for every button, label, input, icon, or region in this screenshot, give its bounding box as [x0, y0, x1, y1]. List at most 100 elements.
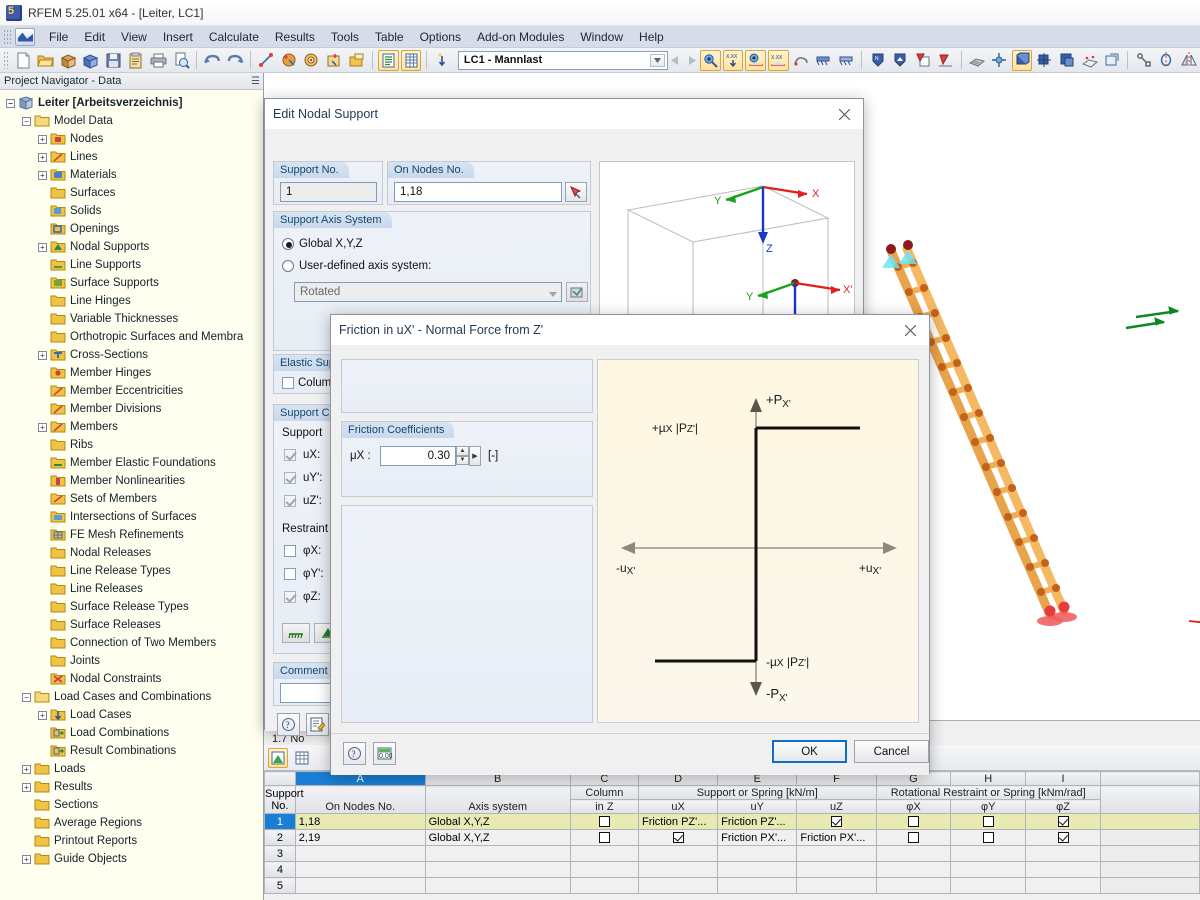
navigator-item-orthotropic-surfaces-and-membra[interactable]: Orthotropic Surfaces and Membra [6, 328, 263, 346]
expand-plus-icon[interactable]: + [38, 710, 47, 720]
navigator-item-result-combinations[interactable]: Result Combinations [6, 742, 263, 760]
table-grid[interactable]: A B C D E F G H I Support No. On Nodes No. Axis syst… [264, 771, 1200, 894]
nodal-load-up-icon[interactable] [890, 50, 911, 71]
expand-plus-icon[interactable]: + [38, 242, 47, 252]
navigator-item-load-cases-and-combinations[interactable]: − Load Cases and Combinations [6, 688, 263, 706]
column-header-I[interactable]: I [1025, 771, 1101, 786]
restraint-phix-checkbox[interactable] [284, 545, 296, 557]
navigator-item-openings[interactable]: Openings [6, 220, 263, 238]
cell-r4-cH[interactable] [950, 861, 1027, 878]
ok-button[interactable]: OK [772, 740, 847, 763]
menu-tools[interactable]: Tools [323, 28, 367, 46]
result-wrench-icon[interactable] [791, 50, 812, 71]
navigator-item-surfaces[interactable]: Surfaces [6, 184, 263, 202]
cell-r5-cA[interactable] [294, 877, 426, 894]
help-icon[interactable]: ? [277, 713, 300, 736]
menu-insert[interactable]: Insert [155, 28, 201, 46]
restraint-phiz-checkbox[interactable] [284, 591, 296, 603]
checkbox[interactable] [672, 832, 684, 844]
menu-help[interactable]: Help [631, 28, 672, 46]
grid-snap-icon[interactable] [1079, 50, 1100, 71]
checkbox[interactable] [1057, 816, 1069, 828]
navigator-item-lines[interactable]: + Lines [6, 148, 263, 166]
menu-table[interactable]: Table [367, 28, 412, 46]
row-header-1[interactable]: 1 [264, 813, 296, 830]
nodal-supports-table[interactable]: A B C D E F G H I Support No. On Nodes No. Axis syst… [264, 771, 1200, 894]
show-result-values-icon[interactable]: X.XX [768, 49, 789, 71]
navigator-item-surface-releases[interactable]: Surface Releases [6, 616, 263, 634]
cell-r1-cE[interactable]: Friction PZ'... [717, 813, 798, 830]
navigator-item-load-cases[interactable]: + Load Cases [6, 706, 263, 724]
navigator-item-line-hinges[interactable]: Line Hinges [6, 292, 263, 310]
navigator-item-sets-of-members[interactable]: Sets of Members [6, 490, 263, 508]
restraint-phix-row[interactable]: φX: [284, 545, 321, 557]
radio-user-defined-axis[interactable]: User-defined axis system: [282, 260, 431, 272]
table-row[interactable]: 4 [264, 861, 1200, 878]
navigator-item-member-elastic-foundations[interactable]: Member Elastic Foundations [6, 454, 263, 472]
menu-view[interactable]: View [113, 28, 155, 46]
cell-r2-cI[interactable] [1025, 829, 1101, 846]
units-icon[interactable]: 0.00 [373, 742, 396, 765]
cell-r4-cF[interactable] [796, 861, 877, 878]
menu-options[interactable]: Options [412, 28, 469, 46]
menu-addon-modules[interactable]: Add-on Modules [469, 28, 572, 46]
select-objects-icon[interactable] [256, 50, 277, 71]
navigator-item-average-regions[interactable]: Average Regions [6, 814, 263, 832]
expand-plus-icon[interactable]: + [38, 152, 47, 162]
prev-load-case-button[interactable] [668, 50, 684, 70]
checkbox[interactable] [1057, 832, 1069, 844]
navigator-item-model-data[interactable]: − Model Data [6, 112, 263, 130]
navigator-item-nodal-constraints[interactable]: Nodal Constraints [6, 670, 263, 688]
expand-plus-icon[interactable]: + [38, 134, 47, 144]
row-header-5[interactable]: 5 [264, 877, 296, 894]
navigator-item-surface-release-types[interactable]: Surface Release Types [6, 598, 263, 616]
navigator-item-cross-sections[interactable]: + Cross-Sections [6, 346, 263, 364]
table-chart-icon[interactable] [268, 747, 288, 768]
cell-r5-cI[interactable] [1025, 877, 1101, 894]
cell-r1-cA[interactable]: 1,18 [294, 813, 426, 830]
rotated-combo[interactable]: Rotated [294, 282, 562, 302]
navigator-item-connection-of-two-members[interactable]: Connection of Two Members [6, 634, 263, 652]
fe-node-icon[interactable] [989, 50, 1010, 71]
cell-r1-cI[interactable] [1025, 813, 1101, 830]
line-load-icon[interactable] [935, 50, 956, 71]
navigator-item-materials[interactable]: + Materials [6, 166, 263, 184]
cell-r4-cC[interactable] [569, 861, 639, 878]
navigator-item-fe-mesh-refinements[interactable]: FE Mesh Refinements [6, 526, 263, 544]
expand-plus-icon[interactable]: + [22, 764, 31, 774]
navigator-item-nodal-supports[interactable]: + Nodal Supports [6, 238, 263, 256]
menubar-grip[interactable] [3, 28, 13, 45]
help-icon[interactable]: ? [343, 742, 366, 765]
cell-r4-cA[interactable] [294, 861, 426, 878]
navigator-item-line-release-types[interactable]: Line Release Types [6, 562, 263, 580]
support-no-input[interactable]: 1 [280, 182, 377, 202]
cell-r5-cE[interactable] [717, 877, 798, 894]
save-package-icon[interactable] [81, 50, 102, 71]
support-reactions-2-icon[interactable] [836, 50, 857, 71]
toolbar-grip[interactable] [3, 51, 9, 69]
navigator-item-ribs[interactable]: Ribs [6, 436, 263, 454]
checkbox[interactable] [598, 832, 610, 844]
cell-r5-cD[interactable] [637, 877, 719, 894]
navigator-item-surface-supports[interactable]: Surface Supports [6, 274, 263, 292]
cell-r3-cB[interactable] [424, 845, 571, 862]
navigator-item-variable-thicknesses[interactable]: Variable Thicknesses [6, 310, 263, 328]
nodal-load-down-icon[interactable]: N [867, 50, 888, 71]
navigator-item-joints[interactable]: Joints [6, 652, 263, 670]
show-values-icon[interactable]: X.XX [722, 49, 744, 71]
support-ux-checkbox[interactable] [284, 449, 296, 461]
column-header-H[interactable]: H [950, 771, 1027, 786]
close-icon[interactable] [825, 100, 863, 129]
spinner-up[interactable]: ▲ [456, 446, 469, 456]
new-file-icon[interactable] [13, 50, 34, 71]
checkbox[interactable] [982, 832, 994, 844]
cell-r4-cE[interactable] [717, 861, 798, 878]
radio-global-axis[interactable]: Global X,Y,Z [282, 238, 363, 250]
checkbox[interactable] [982, 816, 994, 828]
save-icon[interactable] [103, 50, 124, 71]
axis-edit-icon[interactable] [566, 282, 588, 302]
cell-r3-cD[interactable] [637, 845, 719, 862]
navigator-item-printout-reports[interactable]: Printout Reports [6, 832, 263, 850]
open-folder-icon[interactable] [35, 50, 56, 71]
surface-load-icon[interactable] [912, 50, 933, 71]
